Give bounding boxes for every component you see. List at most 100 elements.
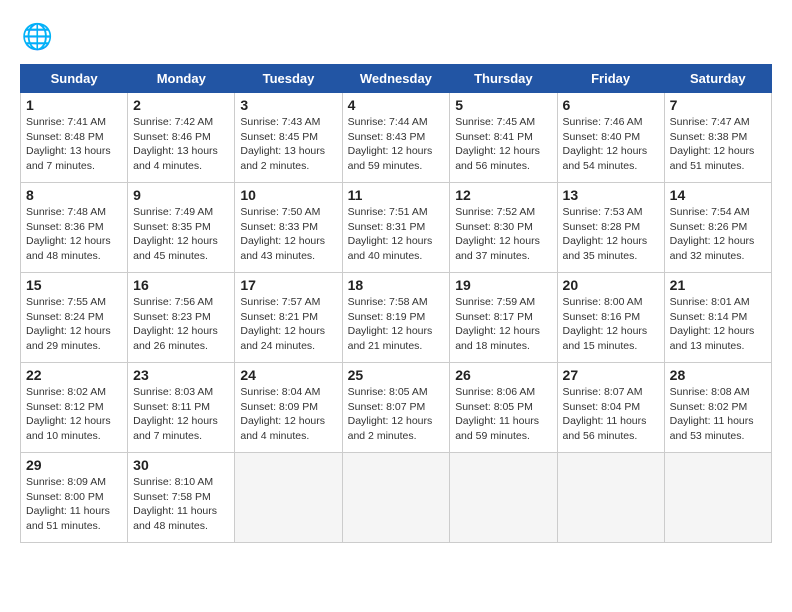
day-number: 9: [133, 187, 229, 203]
calendar-cell: 26 Sunrise: 8:06 AMSunset: 8:05 PMDayligh…: [450, 363, 557, 453]
calendar-cell: 23 Sunrise: 8:03 AMSunset: 8:11 PMDayligh…: [128, 363, 235, 453]
day-info: Sunrise: 8:01 AMSunset: 8:14 PMDaylight:…: [670, 295, 766, 354]
day-number: 8: [26, 187, 122, 203]
calendar-cell: [557, 453, 664, 543]
day-info: Sunrise: 7:44 AMSunset: 8:43 PMDaylight:…: [348, 115, 445, 174]
day-number: 23: [133, 367, 229, 383]
day-info: Sunrise: 7:59 AMSunset: 8:17 PMDaylight:…: [455, 295, 551, 354]
day-info: Sunrise: 8:04 AMSunset: 8:09 PMDaylight:…: [240, 385, 336, 444]
calendar-cell: 25Sunrise: 8:05 AMSunset: 8:07 PMDayligh…: [342, 363, 450, 453]
calendar-cell: 1 Sunrise: 7:41 AMSunset: 8:48 PMDaylight…: [21, 93, 128, 183]
calendar-cell: [342, 453, 450, 543]
calendar-cell: 5Sunrise: 7:45 AMSunset: 8:41 PMDaylight…: [450, 93, 557, 183]
page-header: 🌐: [20, 20, 772, 56]
calendar-cell: 18 Sunrise: 7:58 AMSunset: 8:19 PMDayligh…: [342, 273, 450, 363]
week-row-2: 8 Sunrise: 7:48 AMSunset: 8:36 PMDaylight…: [21, 183, 772, 273]
calendar-header-row: SundayMondayTuesdayWednesdayThursdayFrid…: [21, 65, 772, 93]
day-info: Sunrise: 7:46 AMSunset: 8:40 PMDaylight:…: [563, 115, 659, 174]
day-info: Sunrise: 7:49 AMSunset: 8:35 PMDaylight:…: [133, 205, 229, 264]
day-number: 17: [240, 277, 336, 293]
calendar-cell: 27 Sunrise: 8:07 AMSunset: 8:04 PMDayligh…: [557, 363, 664, 453]
day-info: Sunrise: 8:08 AMSunset: 8:02 PMDaylight:…: [670, 385, 766, 444]
day-number: 26: [455, 367, 551, 383]
calendar-cell: 19 Sunrise: 7:59 AMSunset: 8:17 PMDayligh…: [450, 273, 557, 363]
day-info: Sunrise: 8:10 AMSunset: 7:58 PMDaylight:…: [133, 475, 229, 534]
day-number: 21: [670, 277, 766, 293]
calendar-cell: 6 Sunrise: 7:46 AMSunset: 8:40 PMDaylight…: [557, 93, 664, 183]
day-number: 18: [348, 277, 445, 293]
week-row-3: 15 Sunrise: 7:55 AMSunset: 8:24 PMDayligh…: [21, 273, 772, 363]
week-row-5: 29 Sunrise: 8:09 AMSunset: 8:00 PMDayligh…: [21, 453, 772, 543]
day-info: Sunrise: 7:54 AMSunset: 8:26 PMDaylight:…: [670, 205, 766, 264]
day-info: Sunrise: 8:07 AMSunset: 8:04 PMDaylight:…: [563, 385, 659, 444]
calendar-cell: 28Sunrise: 8:08 AMSunset: 8:02 PMDayligh…: [664, 363, 771, 453]
day-number: 19: [455, 277, 551, 293]
day-info: Sunrise: 7:42 AMSunset: 8:46 PMDaylight:…: [133, 115, 229, 174]
calendar-cell: 17 Sunrise: 7:57 AMSunset: 8:21 PMDayligh…: [235, 273, 342, 363]
day-header-friday: Friday: [557, 65, 664, 93]
day-info: Sunrise: 7:57 AMSunset: 8:21 PMDaylight:…: [240, 295, 336, 354]
day-header-wednesday: Wednesday: [342, 65, 450, 93]
day-number: 29: [26, 457, 122, 473]
day-number: 4: [348, 97, 445, 113]
calendar-cell: [664, 453, 771, 543]
day-info: Sunrise: 8:03 AMSunset: 8:11 PMDaylight:…: [133, 385, 229, 444]
day-number: 14: [670, 187, 766, 203]
day-info: Sunrise: 7:41 AMSunset: 8:48 PMDaylight:…: [26, 115, 122, 174]
day-number: 27: [563, 367, 659, 383]
day-header-tuesday: Tuesday: [235, 65, 342, 93]
day-number: 12: [455, 187, 551, 203]
day-number: 6: [563, 97, 659, 113]
day-header-monday: Monday: [128, 65, 235, 93]
day-number: 2: [133, 97, 229, 113]
day-number: 3: [240, 97, 336, 113]
calendar-cell: 12 Sunrise: 7:52 AMSunset: 8:30 PMDayligh…: [450, 183, 557, 273]
calendar-cell: [235, 453, 342, 543]
day-info: Sunrise: 7:53 AMSunset: 8:28 PMDaylight:…: [563, 205, 659, 264]
calendar-table: SundayMondayTuesdayWednesdayThursdayFrid…: [20, 64, 772, 543]
day-info: Sunrise: 7:52 AMSunset: 8:30 PMDaylight:…: [455, 205, 551, 264]
day-info: Sunrise: 7:43 AMSunset: 8:45 PMDaylight:…: [240, 115, 336, 174]
day-number: 16: [133, 277, 229, 293]
day-info: Sunrise: 8:06 AMSunset: 8:05 PMDaylight:…: [455, 385, 551, 444]
day-info: Sunrise: 8:02 AMSunset: 8:12 PMDaylight:…: [26, 385, 122, 444]
day-number: 11: [348, 187, 445, 203]
day-header-sunday: Sunday: [21, 65, 128, 93]
day-info: Sunrise: 7:47 AMSunset: 8:38 PMDaylight:…: [670, 115, 766, 174]
day-info: Sunrise: 7:51 AMSunset: 8:31 PMDaylight:…: [348, 205, 445, 264]
day-number: 10: [240, 187, 336, 203]
calendar-cell: 24 Sunrise: 8:04 AMSunset: 8:09 PMDayligh…: [235, 363, 342, 453]
calendar-cell: 3 Sunrise: 7:43 AMSunset: 8:45 PMDaylight…: [235, 93, 342, 183]
calendar-cell: 16 Sunrise: 7:56 AMSunset: 8:23 PMDayligh…: [128, 273, 235, 363]
day-info: Sunrise: 7:55 AMSunset: 8:24 PMDaylight:…: [26, 295, 122, 354]
calendar-cell: 7 Sunrise: 7:47 AMSunset: 8:38 PMDaylight…: [664, 93, 771, 183]
calendar-cell: 9 Sunrise: 7:49 AMSunset: 8:35 PMDaylight…: [128, 183, 235, 273]
day-info: Sunrise: 8:00 AMSunset: 8:16 PMDaylight:…: [563, 295, 659, 354]
day-number: 7: [670, 97, 766, 113]
day-number: 22: [26, 367, 122, 383]
calendar-cell: 20 Sunrise: 8:00 AMSunset: 8:16 PMDayligh…: [557, 273, 664, 363]
day-header-thursday: Thursday: [450, 65, 557, 93]
day-number: 25: [348, 367, 445, 383]
day-info: Sunrise: 7:58 AMSunset: 8:19 PMDaylight:…: [348, 295, 445, 354]
day-number: 24: [240, 367, 336, 383]
day-info: Sunrise: 7:45 AMSunset: 8:41 PMDaylight:…: [455, 115, 551, 174]
calendar-cell: 4 Sunrise: 7:44 AMSunset: 8:43 PMDaylight…: [342, 93, 450, 183]
day-info: Sunrise: 8:09 AMSunset: 8:00 PMDaylight:…: [26, 475, 122, 534]
calendar-cell: 22 Sunrise: 8:02 AMSunset: 8:12 PMDayligh…: [21, 363, 128, 453]
calendar-cell: 11 Sunrise: 7:51 AMSunset: 8:31 PMDayligh…: [342, 183, 450, 273]
day-number: 13: [563, 187, 659, 203]
calendar-cell: 14 Sunrise: 7:54 AMSunset: 8:26 PMDayligh…: [664, 183, 771, 273]
day-number: 20: [563, 277, 659, 293]
week-row-1: 1 Sunrise: 7:41 AMSunset: 8:48 PMDaylight…: [21, 93, 772, 183]
day-info: Sunrise: 7:56 AMSunset: 8:23 PMDaylight:…: [133, 295, 229, 354]
day-number: 15: [26, 277, 122, 293]
logo-icon: 🌐: [20, 20, 56, 56]
svg-text:🌐: 🌐: [22, 22, 53, 51]
logo: 🌐: [20, 20, 58, 56]
day-info: Sunrise: 7:48 AMSunset: 8:36 PMDaylight:…: [26, 205, 122, 264]
day-number: 1: [26, 97, 122, 113]
calendar-cell: 30Sunrise: 8:10 AMSunset: 7:58 PMDayligh…: [128, 453, 235, 543]
calendar-cell: 10 Sunrise: 7:50 AMSunset: 8:33 PMDayligh…: [235, 183, 342, 273]
day-info: Sunrise: 7:50 AMSunset: 8:33 PMDaylight:…: [240, 205, 336, 264]
